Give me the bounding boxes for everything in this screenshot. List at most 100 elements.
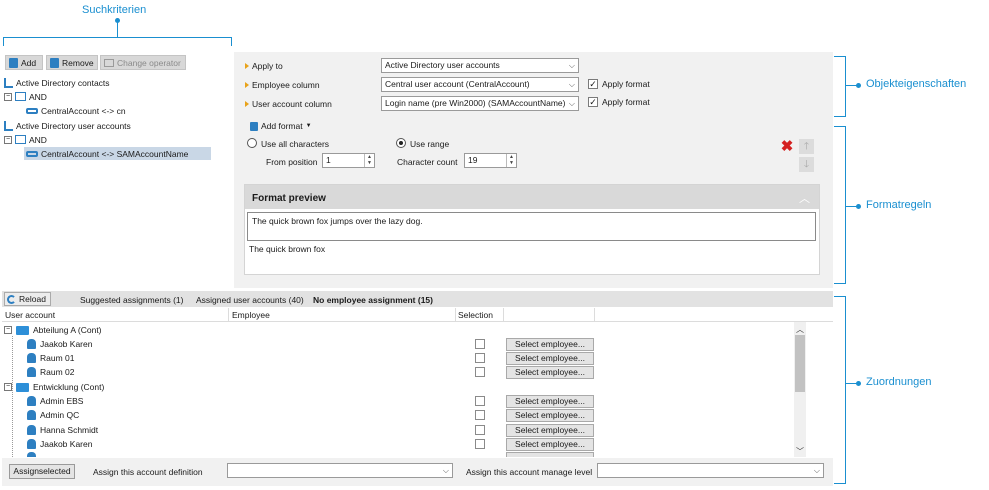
folder-icon — [16, 325, 29, 335]
add-format-button[interactable]: Add format ▼ — [250, 121, 312, 131]
assign-account-definition-label: Assign this account definition — [93, 467, 203, 477]
table-row[interactable]: Jaakob Karen — [27, 338, 92, 350]
table-row[interactable]: Raum 01 — [27, 352, 75, 364]
collapse-icon[interactable]: − — [4, 92, 12, 101]
user-account-column-select[interactable]: Login name (pre Win2000) (SAMAccountName… — [381, 96, 579, 111]
arrow-up-icon[interactable]: 🡑 — [799, 139, 814, 154]
and-icon — [15, 92, 26, 101]
use-range-label: Use range — [410, 139, 450, 149]
apply-format-checkbox-2[interactable]: ✓ — [588, 97, 598, 107]
column-header-selection[interactable]: Selection — [458, 310, 493, 320]
column-header-employee[interactable]: Employee — [232, 310, 270, 320]
use-all-characters-radio[interactable] — [247, 138, 257, 148]
person-icon — [27, 367, 36, 377]
remove-button[interactable]: Remove — [46, 55, 98, 70]
reload-icon — [7, 294, 16, 304]
character-count-label: Character count — [397, 157, 458, 167]
select-employee-button[interactable]: Select employee... — [506, 338, 594, 351]
callout-assignments: Zuordnungen — [866, 376, 932, 388]
character-count-input[interactable]: 19 ▲ ▼ — [464, 153, 517, 168]
chevron-down-icon: ⌵ — [813, 466, 820, 475]
database-icon — [4, 120, 13, 131]
link-icon — [26, 150, 38, 157]
apply-to-select[interactable]: Active Directory user accounts ⌵ — [381, 58, 579, 73]
folder-icon — [16, 382, 29, 392]
callout-format-rules: Formatregeln — [866, 199, 932, 211]
from-position-input[interactable]: 1 ▲ ▼ — [322, 153, 375, 168]
scroll-down-icon[interactable]: ﹀ — [796, 446, 804, 457]
tree-node-and-2[interactable]: − AND — [4, 133, 47, 146]
table-row[interactable]: Admin EBS — [27, 395, 83, 407]
use-range-radio[interactable] — [396, 138, 406, 148]
arrow-down-icon[interactable]: 🡓 — [799, 157, 814, 172]
account-definition-select[interactable]: ⌵ — [227, 463, 453, 478]
spinner-arrows-icon[interactable]: ▲ ▼ — [364, 154, 374, 167]
tree-node-ad-contacts[interactable]: Active Directory contacts — [4, 76, 110, 89]
tree-node-and-1[interactable]: − AND — [4, 90, 47, 103]
bracket-format-rules — [834, 126, 846, 284]
group-row[interactable]: − Entwicklung (Cont) — [4, 381, 104, 393]
tab-no-employee-assignment[interactable]: No employee assignment (15) — [313, 295, 433, 305]
apply-format-checkbox-1[interactable]: ✓ — [588, 79, 598, 89]
person-icon — [27, 339, 36, 349]
database-icon — [4, 77, 13, 88]
chevron-down-icon: ⌵ — [568, 80, 575, 89]
apply-format-label-2: Apply format — [602, 97, 650, 107]
format-preview-title: Format preview — [252, 193, 326, 204]
tree-node-condition-cn[interactable]: CentralAccount <-> cn — [26, 104, 126, 117]
table-row[interactable]: Raum 02 — [27, 366, 75, 378]
select-employee-button[interactable]: Select employee... — [506, 424, 594, 437]
chevron-down-icon: ⌵ — [442, 466, 449, 475]
reload-button[interactable]: Reload — [4, 292, 51, 306]
scroll-up-icon[interactable]: ︿ — [796, 324, 804, 335]
row-select-checkbox[interactable] — [475, 367, 485, 377]
and-icon — [15, 135, 26, 144]
table-row-partial — [27, 452, 594, 457]
tree-node-ad-user-accounts[interactable]: Active Directory user accounts — [4, 119, 131, 132]
operator-icon — [104, 58, 114, 67]
table-row[interactable]: Admin QC — [27, 409, 79, 421]
tab-assigned-user-accounts[interactable]: Assigned user accounts (40) — [196, 295, 304, 305]
column-header-user-account[interactable]: User account — [5, 310, 55, 320]
row-select-checkbox[interactable] — [475, 339, 485, 349]
table-row[interactable]: Hanna Schmidt — [27, 424, 98, 436]
select-employee-button[interactable]: Select employee... — [506, 352, 594, 365]
chevron-down-icon: ⌵ — [568, 99, 575, 108]
collapse-icon[interactable]: − — [4, 383, 12, 391]
row-select-checkbox[interactable] — [475, 439, 485, 449]
row-select-checkbox[interactable] — [475, 396, 485, 406]
table-row[interactable]: Jaakob Karen — [27, 438, 92, 450]
manage-level-select[interactable]: ⌵ — [597, 463, 824, 478]
select-employee-button[interactable]: Select employee... — [506, 366, 594, 379]
change-operator-button[interactable]: Change operator — [100, 55, 186, 70]
select-employee-button[interactable]: Select employee... — [506, 395, 594, 408]
use-all-characters-label: Use all characters — [261, 139, 330, 149]
remove-icon — [50, 57, 59, 68]
select-employee-button[interactable]: Select employee... — [506, 438, 594, 451]
from-position-label: From position — [266, 157, 318, 167]
row-select-checkbox[interactable] — [475, 410, 485, 420]
select-employee-button[interactable]: Select employee... — [506, 409, 594, 422]
spinner-arrows-icon[interactable]: ▲ ▼ — [506, 154, 516, 167]
row-select-checkbox[interactable] — [475, 353, 485, 363]
row-select-checkbox[interactable] — [475, 425, 485, 435]
format-preview-header — [245, 185, 819, 209]
delete-icon[interactable]: ✖ — [780, 139, 794, 154]
add-button[interactable]: Add — [5, 55, 43, 70]
group-row[interactable]: − Abteilung A (Cont) — [4, 324, 102, 336]
preview-input-field[interactable]: The quick brown fox jumps over the lazy … — [247, 212, 816, 241]
bracket-assignments — [834, 296, 846, 484]
add-format-icon — [250, 121, 258, 131]
scrollbar-thumb[interactable] — [795, 335, 805, 392]
grid-header — [2, 308, 833, 322]
collapse-icon[interactable]: − — [4, 326, 12, 334]
collapse-icon[interactable]: − — [4, 135, 12, 144]
tab-suggested-assignments[interactable]: Suggested assignments (1) — [80, 295, 183, 305]
person-icon — [27, 439, 36, 449]
employee-column-select[interactable]: Central user account (CentralAccount) ⌵ — [381, 77, 579, 92]
collapse-icon[interactable]: ︿ — [799, 190, 810, 206]
dropdown-arrow-icon: ▼ — [305, 123, 312, 129]
preview-output-text: The quick brown fox — [249, 244, 326, 254]
assign-selected-button[interactable]: Assignselected — [9, 464, 75, 479]
tree-node-condition-samaccountname[interactable]: CentralAccount <-> SAMAccountName — [24, 147, 211, 160]
